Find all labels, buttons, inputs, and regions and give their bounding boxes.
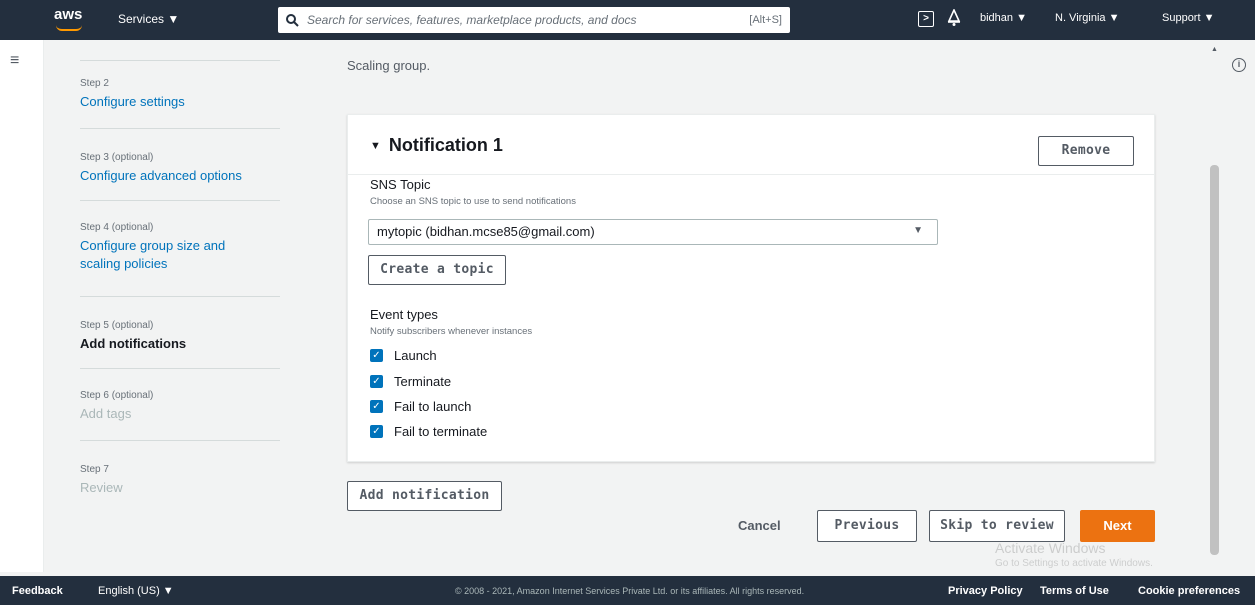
step-3-link[interactable]: Configure advanced options xyxy=(80,167,280,185)
activate-windows-subtext: Go to Settings to activate Windows. xyxy=(995,558,1153,569)
notification-toggle[interactable]: ▼ Notification 1 xyxy=(370,135,503,156)
checkmark-icon: ✓ xyxy=(370,374,383,388)
event-launch-checkbox[interactable]: ✓ Launch xyxy=(370,347,437,363)
checkmark-icon: ✓ xyxy=(370,399,383,413)
scrollbar-thumb[interactable] xyxy=(1210,165,1219,555)
search-placeholder: Search for services, features, marketpla… xyxy=(307,13,637,27)
top-navigation: aws Services ▼ Search for services, feat… xyxy=(0,0,1255,40)
step-divider xyxy=(80,296,280,297)
terms-of-use-link[interactable]: Terms of Use xyxy=(1040,585,1109,597)
step-7: Step 7 Review xyxy=(80,464,280,497)
step-2: Step 2 Configure settings xyxy=(80,78,280,111)
sns-topic-value: mytopic (bidhan.mcse85@gmail.com) xyxy=(377,224,595,239)
cloudshell-icon[interactable]: > xyxy=(918,11,934,27)
sns-topic-select[interactable]: mytopic (bidhan.mcse85@gmail.com) ▼ xyxy=(368,219,938,245)
notification-card-header: ▼ Notification 1 Remove xyxy=(348,115,1154,175)
step-label: Step 6 (optional) xyxy=(80,390,154,401)
step-4-link[interactable]: Configure group size and scaling policie… xyxy=(80,237,250,273)
intro-text: Scaling group. xyxy=(347,58,431,73)
skip-to-review-button[interactable]: Skip to review xyxy=(929,510,1065,542)
scroll-up-icon[interactable]: ▲ xyxy=(1211,46,1218,53)
step-label: Step 5 (optional) xyxy=(80,320,154,331)
step-label: Step 2 xyxy=(80,78,109,89)
event-label: Launch xyxy=(394,347,437,363)
step-divider xyxy=(80,440,280,441)
step-divider xyxy=(80,128,280,129)
search-shortcut: [Alt+S] xyxy=(749,14,782,26)
cookie-preferences-link[interactable]: Cookie preferences xyxy=(1138,585,1240,597)
step-label: Step 4 (optional) xyxy=(80,222,154,233)
notification-title: Notification 1 xyxy=(388,135,503,155)
sns-topic-label: SNS Topic xyxy=(370,177,431,192)
step-6-title: Add tags xyxy=(80,406,132,421)
step-divider xyxy=(80,368,280,369)
event-label: Terminate xyxy=(394,373,452,389)
step-label: Step 7 xyxy=(80,464,109,475)
step-divider xyxy=(80,60,280,61)
event-label: Fail to launch xyxy=(394,398,472,414)
create-topic-button[interactable]: Create a topic xyxy=(368,255,506,285)
checkmark-icon: ✓ xyxy=(370,348,383,362)
services-menu[interactable]: Services ▼ xyxy=(118,12,179,26)
step-5-current: Add notifications xyxy=(80,336,187,351)
support-menu[interactable]: Support ▼ xyxy=(1162,12,1214,24)
previous-button[interactable]: Previous xyxy=(817,510,917,542)
aws-smile-icon xyxy=(56,25,82,31)
feedback-link[interactable]: Feedback xyxy=(12,585,63,597)
step-7-title: Review xyxy=(80,480,123,495)
next-button[interactable]: Next xyxy=(1080,510,1155,542)
step-label: Step 3 (optional) xyxy=(80,152,154,163)
privacy-policy-link[interactable]: Privacy Policy xyxy=(948,585,1023,597)
sns-topic-description: Choose an SNS topic to use to send notif… xyxy=(370,196,576,207)
checkmark-icon: ✓ xyxy=(370,424,383,438)
copyright-text: © 2008 - 2021, Amazon Internet Services … xyxy=(455,586,805,596)
event-fail-launch-checkbox[interactable]: ✓ Fail to launch xyxy=(370,398,471,414)
info-icon[interactable]: i xyxy=(1232,58,1246,72)
event-terminate-checkbox[interactable]: ✓ Terminate xyxy=(370,373,451,389)
search-input[interactable]: Search for services, features, marketpla… xyxy=(278,7,790,33)
caret-down-icon: ▼ xyxy=(370,140,381,152)
step-3: Step 3 (optional) Configure advanced opt… xyxy=(80,152,280,185)
bell-icon[interactable] xyxy=(946,9,962,27)
add-notification-button[interactable]: Add notification xyxy=(347,481,502,511)
footer: Feedback English (US) ▼ © 2008 - 2021, A… xyxy=(0,576,1255,605)
event-fail-terminate-checkbox[interactable]: ✓ Fail to terminate xyxy=(370,423,487,439)
aws-logo-text: aws xyxy=(54,6,83,23)
aws-logo[interactable]: aws xyxy=(54,6,88,34)
region-menu[interactable]: N. Virginia ▼ xyxy=(1055,12,1120,24)
event-types-label: Event types xyxy=(370,307,438,322)
step-5: Step 5 (optional) Add notifications xyxy=(80,320,280,353)
step-divider xyxy=(80,200,280,201)
step-6: Step 6 (optional) Add tags xyxy=(80,390,280,423)
search-icon xyxy=(286,13,299,27)
event-label: Fail to terminate xyxy=(394,423,488,439)
step-2-link[interactable]: Configure settings xyxy=(80,93,280,111)
step-4: Step 4 (optional) Configure group size a… xyxy=(80,222,280,273)
dropdown-arrow-icon: ▼ xyxy=(913,225,923,236)
menu-icon[interactable]: ≡ xyxy=(10,52,26,70)
language-selector[interactable]: English (US) ▼ xyxy=(98,585,174,597)
cancel-button[interactable]: Cancel xyxy=(738,518,781,533)
activate-windows-watermark: Activate Windows xyxy=(995,540,1106,556)
side-rail xyxy=(0,40,44,572)
user-menu[interactable]: bidhan ▼ xyxy=(980,12,1027,24)
notification-card: ▼ Notification 1 Remove SNS Topic Choose … xyxy=(347,114,1155,462)
event-types-description: Notify subscribers whenever instances xyxy=(370,326,533,337)
remove-button[interactable]: Remove xyxy=(1038,136,1134,166)
